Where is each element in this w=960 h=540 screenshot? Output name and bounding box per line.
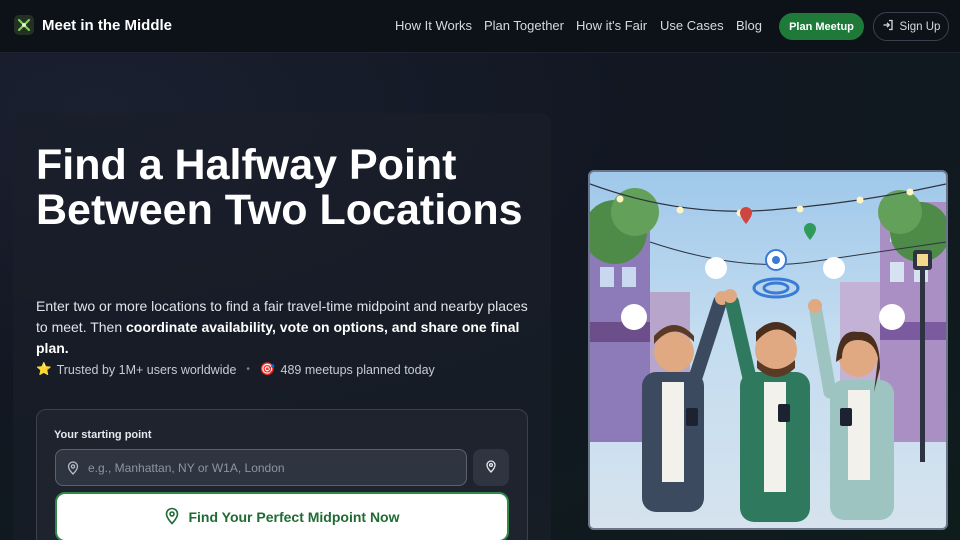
hero-illustration [588, 170, 948, 530]
target-icon: 🎯 [259, 362, 276, 376]
meet-logo-icon [14, 15, 34, 35]
map-pin-icon [164, 507, 180, 528]
sign-up-label: Sign Up [899, 20, 941, 33]
starting-point-input[interactable] [88, 460, 448, 475]
location-pin-icon [485, 459, 497, 476]
hero-description: Enter two or more locations to find a fa… [36, 296, 536, 359]
plan-meetup-button[interactable]: Plan Meetup [779, 13, 864, 40]
top-navbar: Meet in the Middle How It Works Plan Tog… [0, 0, 960, 53]
star-icon: ⭐ [36, 362, 52, 376]
find-midpoint-button[interactable]: Find Your Perfect Midpoint Now [55, 492, 509, 540]
stat-meetups: 🎯 489 meetups planned today [260, 362, 435, 377]
brand[interactable]: Meet in the Middle [14, 15, 172, 35]
map-pin-icon [66, 460, 80, 475]
brand-name: Meet in the Middle [42, 16, 173, 34]
stat-users-text: Trusted by 1M+ users worldwide [56, 362, 237, 377]
hero-title: Find a Halfway Point Between Two Locatio… [36, 141, 523, 234]
nav-link-use-cases[interactable]: Use Cases [660, 18, 724, 33]
sign-in-arrow-icon [882, 19, 894, 34]
stat-users: ⭐ Trusted by 1M+ users worldwide [36, 362, 236, 377]
trust-stats: ⭐ Trusted by 1M+ users worldwide • 🎯 489… [36, 362, 435, 377]
stat-separator: • [246, 364, 250, 375]
nav-link-plan-together[interactable]: Plan Together [484, 18, 564, 33]
friends-meetup-illustration [590, 183, 946, 522]
use-my-location-button[interactable] [473, 449, 509, 486]
nav-link-how-its-fair[interactable]: How it's Fair [576, 18, 647, 33]
starting-point-label: Your starting point [54, 429, 152, 441]
find-midpoint-label: Find Your Perfect Midpoint Now [188, 509, 400, 525]
sign-up-button[interactable]: Sign Up [873, 12, 949, 41]
nav-link-how-it-works[interactable]: How It Works [395, 18, 472, 33]
nav-link-blog[interactable]: Blog [736, 18, 762, 33]
starting-point-field[interactable] [55, 449, 467, 486]
stat-meetups-text: 489 meetups planned today [280, 362, 435, 377]
